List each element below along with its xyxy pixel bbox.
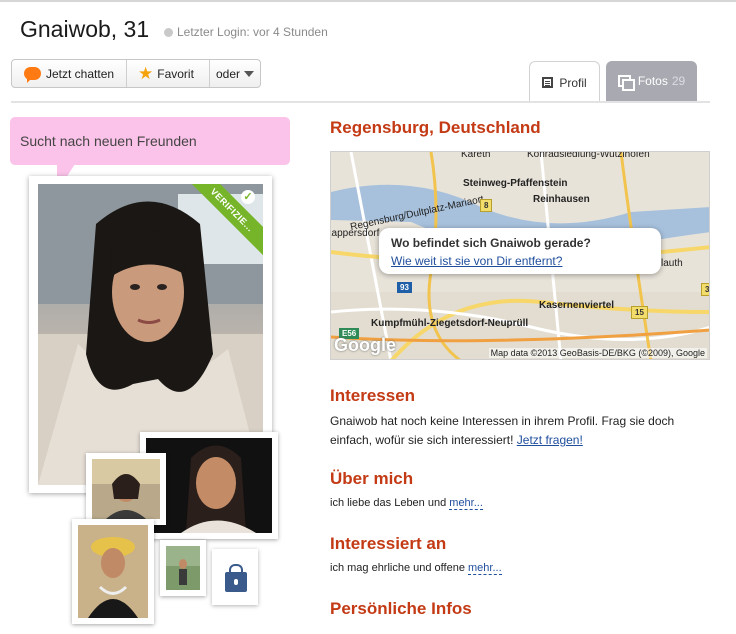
star-icon: ★ (138, 64, 154, 83)
about-text: ich liebe das Leben und mehr... (330, 494, 483, 513)
interested-in-more-link[interactable]: mehr... (468, 562, 502, 575)
about-more-link[interactable]: mehr... (449, 497, 483, 510)
thumbnail-image (166, 546, 200, 590)
road-shield: 93 (397, 282, 412, 293)
interested-in-text: ich mag ehrliche und offene mehr... (330, 559, 502, 578)
more-actions-dropdown[interactable]: oder (216, 60, 255, 87)
map-attribution: Map data ©2013 GeoBasis-DE/BKG (©2009), … (488, 348, 707, 358)
google-logo: Google (334, 335, 396, 355)
distance-link[interactable]: Wie weit ist sie von Dir entfernt? (391, 254, 562, 268)
profile-card-icon (542, 77, 554, 88)
lock-icon (225, 564, 247, 592)
interested-in-description: ich mag ehrliche und offene (330, 562, 465, 574)
interested-in-title: Interessiert an (330, 534, 447, 553)
thumbnail-art (166, 546, 200, 585)
road-shield: 8 (480, 199, 493, 212)
map-popup-question: Wo befindet sich Gnaiwob gerade? (391, 236, 591, 250)
map-place-label: Kasernenviertel (539, 300, 615, 311)
interests-description: Gnaiwob hat noch keine Interessen in ihr… (330, 414, 675, 447)
last-login-status: Letzter Login: vor 4 Stunden (164, 25, 328, 39)
last-login-text: Letzter Login: vor 4 Stunden (177, 25, 328, 39)
checkmark-icon: ✓ (241, 190, 255, 204)
tab-fotos-count: 29 (671, 74, 686, 88)
photo-thumbnail[interactable] (160, 540, 206, 596)
ask-now-link[interactable]: Jetzt fragen! (517, 433, 583, 447)
thumbnail-art (88, 537, 138, 618)
map-popup: Wo befindet sich Gnaiwob gerade? Wie wei… (379, 228, 661, 274)
thumbnail-image (78, 525, 148, 618)
chat-bubble-icon (24, 67, 41, 83)
map-place-label: Lappersdorf (330, 228, 380, 239)
location-map[interactable]: Kareth Konradsiedlung-Wutzlhofen Steinwe… (330, 151, 710, 360)
road-shield: 15 (631, 306, 648, 319)
action-separator (126, 60, 127, 87)
tab-profil[interactable]: Profil (529, 61, 600, 103)
photo-thumbnail[interactable] (72, 519, 154, 624)
personal-info-title: Persönliche Infos (330, 599, 472, 618)
action-bar: Jetzt chatten ★ Favorit oder (11, 59, 261, 88)
map-place-label: Kareth (461, 151, 491, 160)
photos-icon (617, 75, 635, 91)
tab-fotos-label: Fotos (637, 74, 668, 88)
tab-fotos[interactable]: Fotos 29 (606, 61, 697, 101)
favorite-button-label: Favorit (157, 66, 194, 81)
map-place-label: Reinhausen (533, 194, 590, 205)
photo-thumbnail[interactable] (86, 453, 166, 525)
about-description: ich liebe das Leben und (330, 497, 447, 509)
profile-name-age: Gnaiwob, 31 (20, 16, 150, 42)
about-title: Über mich (330, 469, 414, 488)
map-place-label: Kumpfmühl-Ziegetsdorf-Neuprüll (371, 318, 529, 329)
chat-button-label: Jetzt chatten (46, 66, 115, 81)
thumbnail-art (92, 459, 160, 519)
map-place-label: Konradsiedlung-Wutzlhofen (527, 151, 650, 160)
map-place-label: Steinweg-Pfaffenstein (463, 178, 568, 189)
interests-text: Gnaiwob hat noch keine Interessen in ihr… (330, 412, 715, 450)
map-place-label: lauth (661, 258, 683, 269)
chevron-down-icon (244, 70, 255, 77)
location-title: Regensburg, Deutschland (330, 118, 541, 137)
favorite-button[interactable]: ★ Favorit (138, 60, 194, 87)
chat-button[interactable]: Jetzt chatten (24, 60, 114, 87)
locked-photos-button[interactable] (212, 549, 258, 605)
action-separator (209, 60, 210, 87)
top-border (0, 0, 736, 2)
road-shield: 3 (701, 283, 709, 296)
tab-divider (11, 101, 710, 103)
offline-dot-icon (164, 28, 173, 37)
interests-title: Interessen (330, 386, 416, 405)
tab-profil-label: Profil (559, 75, 587, 90)
status-bubble: Sucht nach neuen Freunden (10, 117, 290, 165)
thumbnail-image (92, 459, 160, 519)
more-actions-label: oder (216, 66, 241, 81)
